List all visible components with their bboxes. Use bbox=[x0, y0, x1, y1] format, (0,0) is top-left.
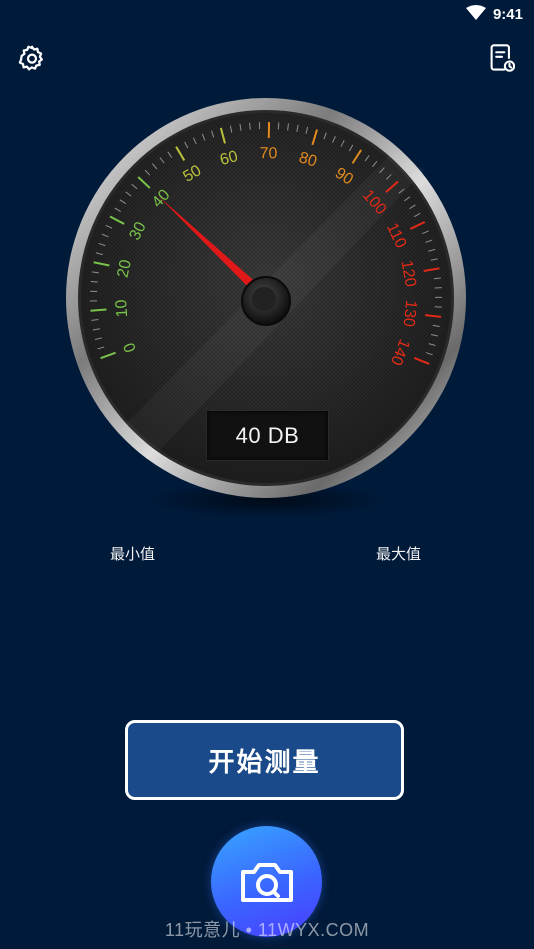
minor-tick bbox=[249, 122, 251, 130]
watermark-text: 11玩意儿 • 11WYX.COM bbox=[164, 920, 370, 940]
major-tick bbox=[90, 308, 107, 312]
status-time: 9:41 bbox=[492, 6, 523, 23]
wifi-icon bbox=[466, 5, 486, 26]
min-value-label: 最小值 bbox=[110, 546, 156, 563]
status-bar: 9:41 bbox=[0, 0, 534, 30]
minor-tick bbox=[277, 122, 280, 130]
tick-label: 130 bbox=[400, 299, 420, 327]
tick-label: 70 bbox=[259, 145, 277, 162]
camera-icon bbox=[240, 862, 293, 902]
tick-label: 20 bbox=[115, 258, 135, 279]
gear-icon bbox=[18, 45, 43, 71]
reading-display: 40 DB bbox=[206, 410, 329, 461]
tick-label: 10 bbox=[113, 299, 131, 318]
history-button[interactable] bbox=[484, 40, 520, 76]
minor-tick bbox=[90, 281, 98, 283]
gauge-hub-cap bbox=[252, 287, 276, 311]
max-value-label: 最大值 bbox=[376, 546, 422, 563]
settings-button[interactable] bbox=[14, 40, 50, 76]
history-doc-icon bbox=[490, 44, 515, 72]
start-measure-button[interactable]: 开始测量 bbox=[125, 720, 404, 800]
